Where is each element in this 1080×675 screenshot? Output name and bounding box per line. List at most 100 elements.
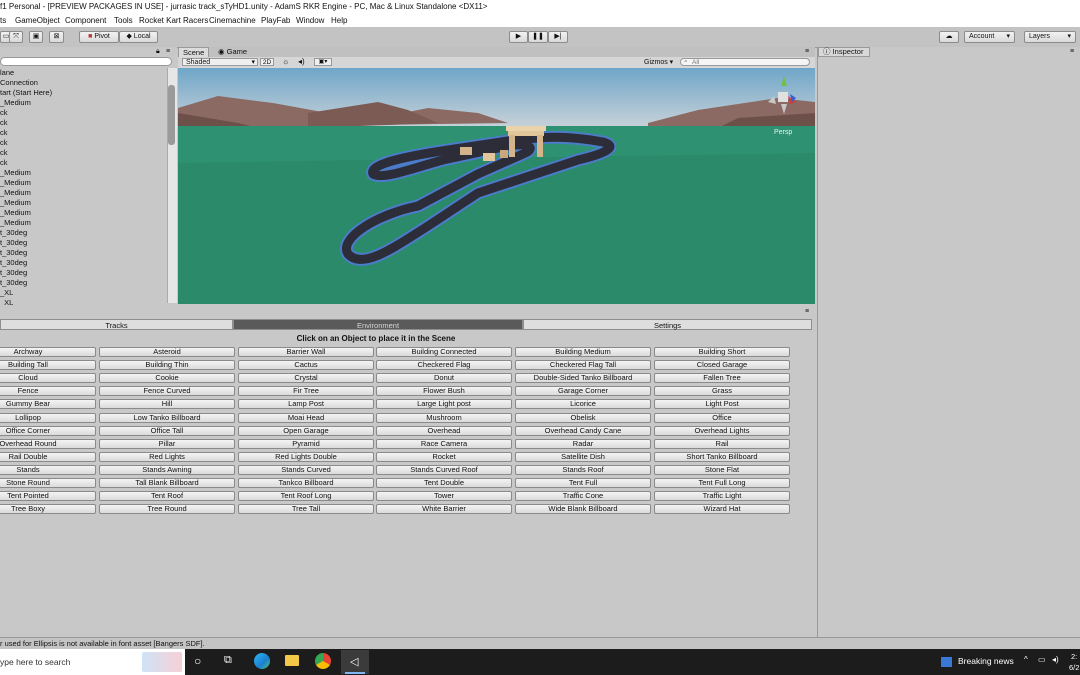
object-button[interactable]: Overhead Candy Cane: [515, 425, 651, 436]
menu-playfab[interactable]: PlayFab: [261, 16, 290, 25]
object-button[interactable]: Checkered Flag Tall: [515, 360, 651, 371]
menu-window[interactable]: Window: [296, 16, 324, 25]
object-button[interactable]: Traffic Light: [654, 491, 790, 502]
scene-search-input[interactable]: ⌕ All: [680, 58, 810, 66]
object-button[interactable]: Stands Awning: [99, 464, 235, 475]
object-button[interactable]: Grass: [654, 386, 790, 397]
object-button[interactable]: Short Tanko Billboard: [654, 451, 790, 462]
menu-rocket-kart-racers[interactable]: Rocket Kart Racers: [139, 16, 208, 25]
object-button[interactable]: Stands Curved Roof: [376, 464, 512, 475]
collab-button[interactable]: ☁: [939, 31, 959, 43]
clock-date[interactable]: 6/2: [1069, 663, 1079, 672]
object-button[interactable]: Tent Pointed: [0, 491, 96, 502]
chevron-up-icon[interactable]: ^: [1024, 655, 1028, 664]
list-item[interactable]: ck: [0, 158, 168, 168]
object-button[interactable]: Rail Double: [0, 451, 96, 462]
tab-environment[interactable]: Environment: [233, 319, 523, 330]
object-button[interactable]: Tent Roof: [99, 491, 235, 502]
object-button[interactable]: Tent Full Long: [654, 478, 790, 488]
list-item[interactable]: _Medium: [0, 198, 168, 208]
object-button[interactable]: Large Light post: [376, 399, 512, 410]
object-button[interactable]: Pyramid: [238, 438, 374, 449]
object-button[interactable]: Garage Corner: [515, 386, 651, 397]
list-item[interactable]: _XL: [0, 288, 168, 298]
object-button[interactable]: Stone Flat: [654, 464, 790, 475]
file-explorer-icon[interactable]: [285, 655, 299, 666]
object-button[interactable]: Fir Tree: [238, 386, 374, 397]
task-view-icon[interactable]: ⧉: [224, 654, 232, 667]
layers-dropdown[interactable]: Layers ▾: [1024, 31, 1076, 43]
play-button[interactable]: ▶: [509, 31, 528, 43]
object-button[interactable]: Tree Round: [99, 504, 235, 515]
list-item[interactable]: ck: [0, 138, 168, 148]
object-button[interactable]: Wizard Hat: [654, 504, 790, 515]
list-item[interactable]: _Medium: [0, 188, 168, 198]
move-tool-icon[interactable]: ⤧: [9, 31, 23, 43]
object-button[interactable]: Traffic Cone: [515, 491, 651, 502]
object-button[interactable]: Tent Full: [515, 478, 651, 488]
menu-tools[interactable]: Tools: [114, 16, 133, 25]
object-button[interactable]: Lollipop: [0, 412, 96, 423]
object-button[interactable]: Satellite Dish: [515, 451, 651, 462]
transform-tool-icon[interactable]: ⊠: [49, 31, 64, 43]
audio-icon[interactable]: ◂): [298, 57, 305, 66]
list-item[interactable]: t_30deg: [0, 278, 168, 288]
list-item[interactable]: _Medium: [0, 98, 168, 108]
object-button[interactable]: Building Short: [654, 347, 790, 357]
list-item[interactable]: ck: [0, 118, 168, 128]
object-button[interactable]: Gummy Bear: [0, 399, 96, 410]
object-button[interactable]: Cactus: [238, 360, 374, 371]
edge-icon[interactable]: [254, 653, 270, 669]
object-button[interactable]: Double-Sided Tanko Billboard: [515, 373, 651, 384]
object-button[interactable]: Barrier Wall: [238, 347, 374, 357]
object-button[interactable]: Red Lights Double: [238, 451, 374, 462]
list-item[interactable]: Connection: [0, 78, 168, 88]
list-item[interactable]: t_30deg: [0, 248, 168, 258]
object-button[interactable]: Stands Roof: [515, 464, 651, 475]
object-button[interactable]: Rail: [654, 438, 790, 449]
object-button[interactable]: Building Medium: [515, 347, 651, 357]
news-label[interactable]: Breaking news: [958, 656, 1014, 666]
list-item[interactable]: tart (Start Here): [0, 88, 168, 98]
list-item[interactable]: t_30deg: [0, 268, 168, 278]
object-button[interactable]: Tree Boxy: [0, 504, 96, 515]
object-button[interactable]: Flower Bush: [376, 386, 512, 397]
object-button[interactable]: Low Tanko Billboard: [99, 412, 235, 423]
tab-scene[interactable]: Scene: [178, 47, 210, 57]
object-button[interactable]: Office: [654, 412, 790, 423]
scene-viewport[interactable]: Persp: [178, 68, 815, 304]
object-button[interactable]: Wide Blank Billboard: [515, 504, 651, 515]
object-button[interactable]: Pillar: [99, 438, 235, 449]
account-dropdown[interactable]: Account ▾: [964, 31, 1015, 43]
shading-dropdown[interactable]: Shaded ▾: [182, 58, 258, 66]
object-button[interactable]: Fallen Tree: [654, 373, 790, 384]
object-button[interactable]: Stands: [0, 464, 96, 475]
object-button[interactable]: White Barrier: [376, 504, 512, 515]
object-button[interactable]: Building Connected: [376, 347, 512, 357]
tab-tracks[interactable]: Tracks: [0, 319, 233, 330]
object-button[interactable]: Lamp Post: [238, 399, 374, 410]
object-button[interactable]: Tree Tall: [238, 504, 374, 515]
object-button[interactable]: Tower: [376, 491, 512, 502]
chrome-icon[interactable]: [315, 653, 331, 669]
object-button[interactable]: Crystal: [238, 373, 374, 384]
menu-help[interactable]: Help: [331, 16, 347, 25]
object-button[interactable]: Moai Head: [238, 412, 374, 423]
menu-icon[interactable]: ≡: [1070, 48, 1074, 55]
object-button[interactable]: Open Garage: [238, 425, 374, 436]
list-item[interactable]: lane: [0, 68, 168, 78]
object-button[interactable]: Cookie: [99, 373, 235, 384]
object-button[interactable]: Hill: [99, 399, 235, 410]
object-button[interactable]: Rocket: [376, 451, 512, 462]
scale-tool-icon[interactable]: ▣: [29, 31, 43, 43]
list-item[interactable]: _Medium: [0, 208, 168, 218]
object-button[interactable]: Overhead Lights: [654, 425, 790, 436]
object-button[interactable]: Overhead: [376, 425, 512, 436]
menu-gameobject[interactable]: GameObject: [15, 16, 60, 25]
object-button[interactable]: Archway: [0, 347, 96, 357]
list-item[interactable]: ck: [0, 148, 168, 158]
hierarchy-search-input[interactable]: [0, 57, 172, 66]
object-button[interactable]: Red Lights: [99, 451, 235, 462]
list-item[interactable]: _Medium: [0, 168, 168, 178]
lock-icon[interactable]: 🔒︎: [156, 48, 160, 56]
